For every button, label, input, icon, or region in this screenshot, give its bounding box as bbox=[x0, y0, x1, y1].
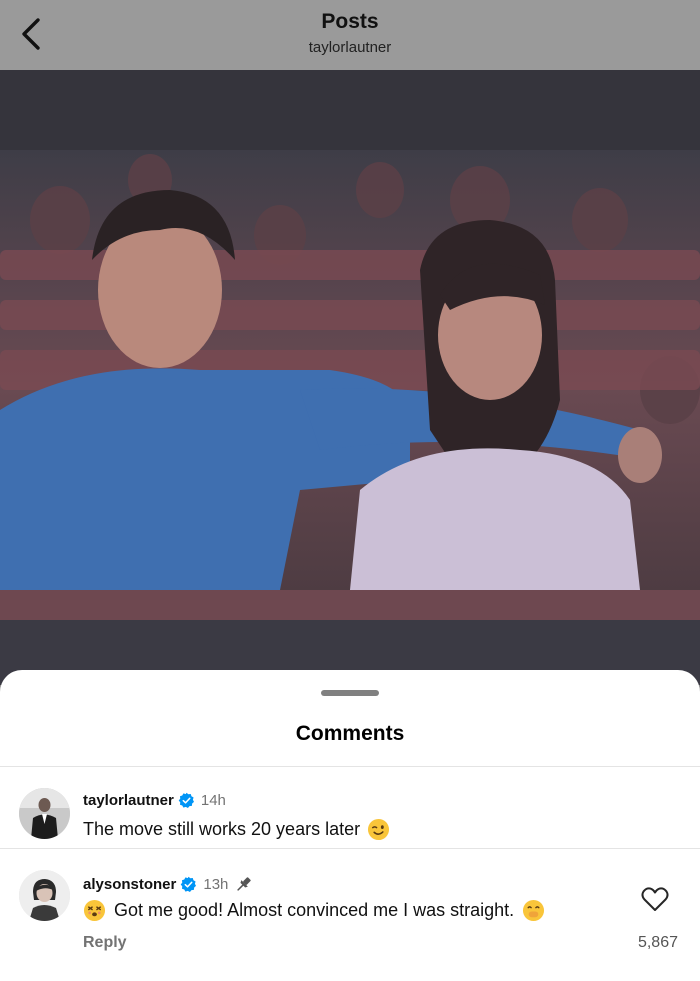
comment-text: Got me good! Almost convinced me I was s… bbox=[114, 900, 515, 920]
pin-icon bbox=[237, 877, 252, 891]
avatar-taylorlautner-image bbox=[19, 788, 70, 839]
comment-username[interactable]: alysonstoner bbox=[83, 876, 176, 893]
comment-timestamp: 14h bbox=[200, 792, 226, 809]
comment-meta: alysonstoner 13h bbox=[83, 874, 254, 894]
comment-username[interactable]: taylorlautner bbox=[83, 792, 174, 809]
comment-meta: taylorlautner 14h bbox=[83, 792, 226, 809]
comments-sheet: Comments taylorlautner 14h The move stil… bbox=[0, 670, 700, 981]
sheet-grabber-handle[interactable] bbox=[321, 690, 379, 696]
comment-text: The move still works 20 years later bbox=[83, 819, 361, 839]
avatar[interactable] bbox=[19, 788, 70, 839]
like-count: 5,867 bbox=[637, 934, 678, 951]
page-title: Posts bbox=[321, 10, 379, 33]
avatar[interactable] bbox=[19, 870, 70, 921]
heart-icon[interactable] bbox=[641, 886, 669, 912]
verified-badge-icon bbox=[181, 876, 197, 892]
page-subtitle-username[interactable]: taylorlautner bbox=[0, 39, 700, 56]
post-photo[interactable] bbox=[0, 70, 700, 685]
comment-text-row: Got me good! Almost convinced me I was s… bbox=[83, 899, 545, 922]
reply-button[interactable]: Reply bbox=[83, 934, 127, 952]
comment-item: alysonstoner 13h Got me good! Almost con… bbox=[0, 848, 700, 981]
photo-illustration bbox=[0, 70, 700, 685]
verified-badge-icon bbox=[178, 792, 194, 809]
comment-item: taylorlautner 14h The move still works 2… bbox=[0, 766, 700, 848]
avatar-alysonstoner-image bbox=[19, 870, 70, 921]
top-nav-bar: Posts taylorlautner bbox=[0, 0, 700, 70]
comments-title: Comments bbox=[295, 722, 405, 745]
comment-timestamp: 13h bbox=[203, 875, 229, 893]
winking-face-emoji-icon bbox=[368, 818, 390, 841]
dizzy-face-emoji-icon bbox=[83, 899, 106, 922]
comment-text-row: The move still works 20 years later bbox=[83, 818, 390, 841]
face-with-hand-over-mouth-emoji-icon bbox=[523, 899, 545, 922]
